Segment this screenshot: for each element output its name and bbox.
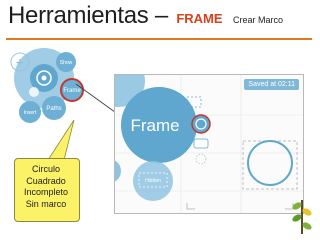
callout-line-cuadrado: Cuadrado [26,175,66,186]
callout-line-sin-marco: Sin marco [25,198,67,209]
editor-screenshot: B Frame Hidden Saved at 02:11 [114,74,304,214]
show-label: Show [60,60,73,66]
callout-text: Circulo Cuadrado Incompleto Sin marco [14,164,78,210]
lower-left-bubble [115,160,121,182]
title-divider [6,38,312,40]
callout-pointer [47,119,75,161]
page-title: Herramientas – FRAME Crear Marco [8,2,283,38]
zoom-bubble[interactable] [29,87,39,97]
circle-frame-object[interactable] [247,140,293,186]
saved-status-badge: Saved at 02:11 [244,79,299,90]
target-icon-dot [41,75,47,81]
insert-label: Insert [24,110,37,116]
hidden-label: Hidden [145,178,161,184]
rectangle-frame-option[interactable] [193,138,209,149]
leaf-logo [292,200,312,234]
callout-line-incompleto: Incompleto [23,187,69,197]
frame-title-text: Frame [130,116,179,135]
invisible-frame-option[interactable] [195,153,207,165]
title-subtitle: Crear Marco [233,15,284,25]
circle-frame-option[interactable] [191,114,211,134]
editor-canvas: B Frame Hidden [115,75,303,213]
callout-line-circulo: Circulo [31,164,60,174]
selection-box [242,140,298,190]
title-main: Herramientas – [8,2,168,29]
paths-label: Paths [46,106,61,112]
title-frame: FRAME [176,11,223,26]
bracket-corner-left [186,203,195,210]
